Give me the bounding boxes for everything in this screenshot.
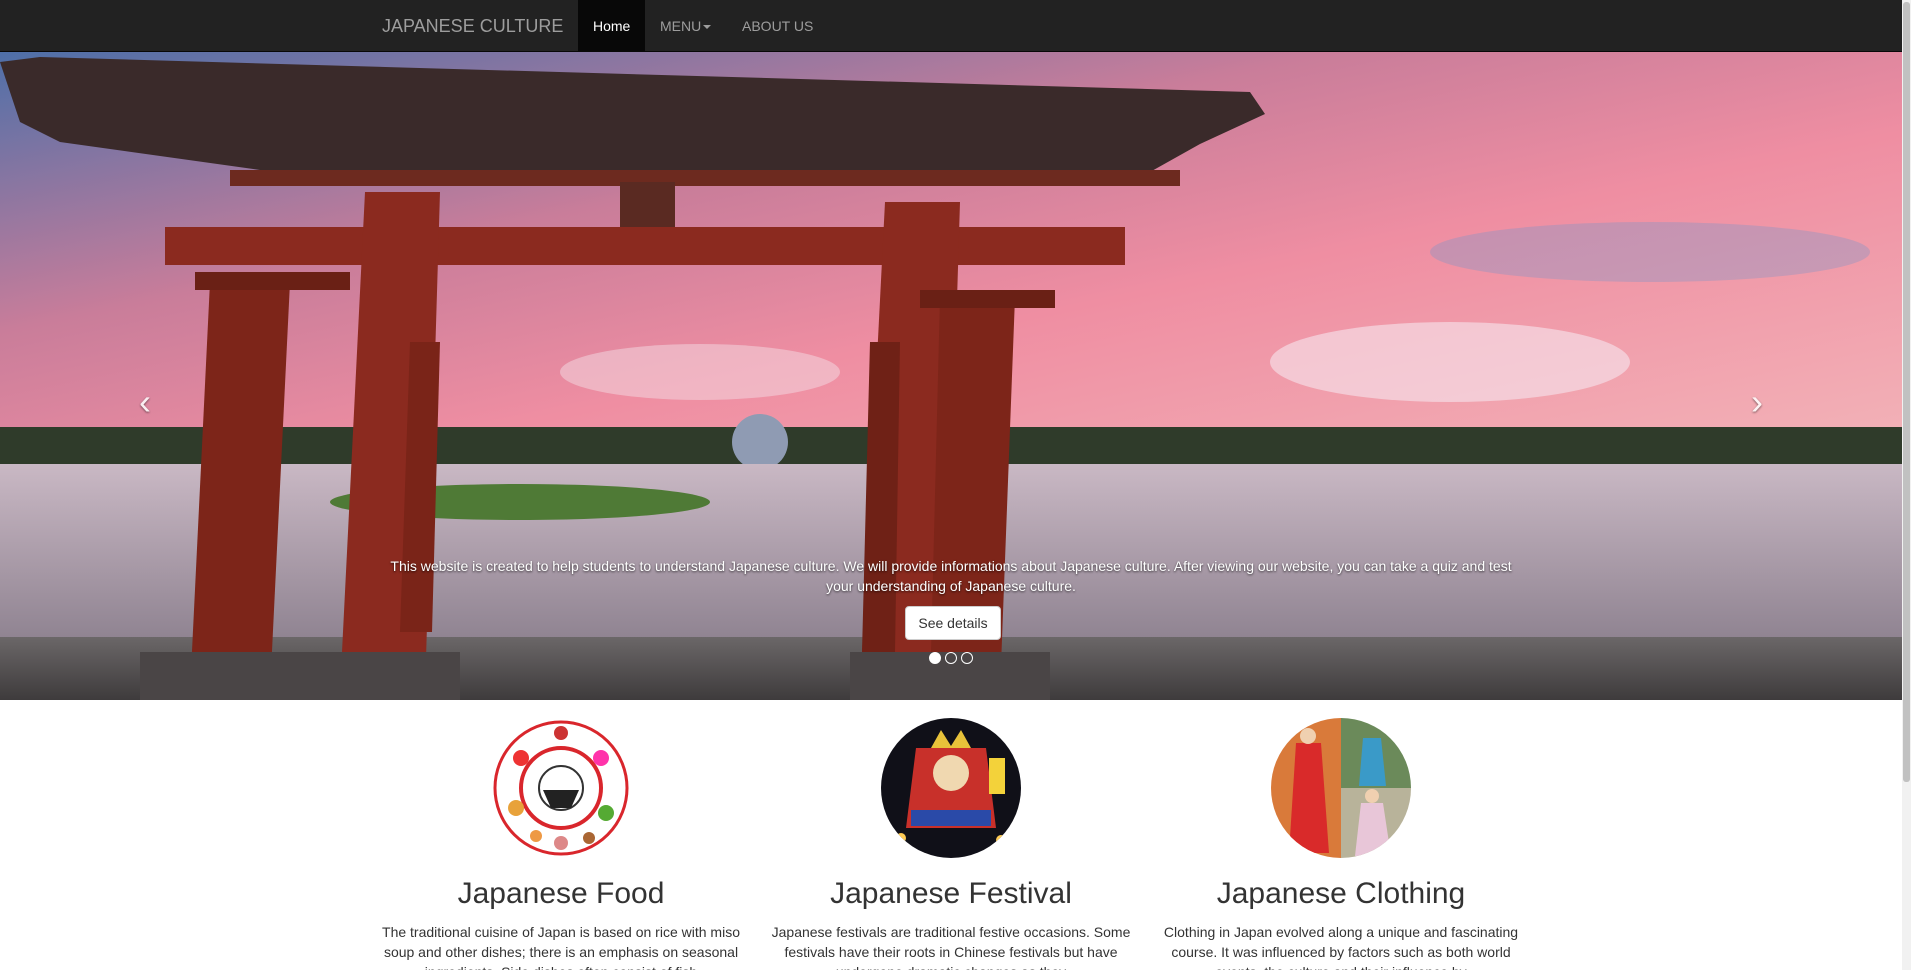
feature-festival-title: Japanese Festival xyxy=(830,877,1072,910)
festival-image xyxy=(881,718,1021,858)
carousel-indicator-1[interactable] xyxy=(929,652,941,664)
feature-clothing-title: Japanese Clothing xyxy=(1216,877,1466,910)
feature-food-text: The traditional cuisine of Japan is base… xyxy=(382,924,740,970)
carousel-indicator-3[interactable] xyxy=(961,652,973,664)
nav-menu-label: MENU xyxy=(660,18,702,34)
clothing-image xyxy=(1271,718,1411,858)
hero-carousel: ‹ › This website is created to help stud… xyxy=(0,52,1902,700)
torii-gate-photo xyxy=(0,52,1902,700)
navbar: JAPANESE CULTURE Home MENU ABOUT US xyxy=(0,0,1902,52)
feature-clothing-text: Clothing in Japan evolved along a unique… xyxy=(1163,924,1519,970)
feature-clothing: Japanese Clothing Clothing in Japan evol… xyxy=(1145,718,1537,970)
feature-festival: Japanese Festival Japanese festivals are… xyxy=(755,718,1147,970)
brand-link[interactable]: JAPANESE CULTURE xyxy=(382,0,563,52)
scrollbar-thumb[interactable] xyxy=(1903,2,1910,782)
nav-about-us[interactable]: ABOUT US xyxy=(727,0,828,52)
carousel-indicators xyxy=(929,652,977,664)
carousel-prev-icon[interactable]: ‹ xyxy=(125,382,165,422)
see-details-button[interactable]: See details xyxy=(905,606,1001,640)
page-scrollbar[interactable] xyxy=(1902,0,1911,970)
feature-food: Japanese Food The traditional cuisine of… xyxy=(365,718,757,970)
carousel-next-icon[interactable]: › xyxy=(1737,382,1777,422)
carousel-caption: This website is created to help students… xyxy=(390,558,1512,594)
nav-home[interactable]: Home xyxy=(578,0,646,52)
feature-festival-text: Japanese festivals are traditional festi… xyxy=(771,924,1131,970)
food-image xyxy=(491,718,631,858)
carousel-indicator-2[interactable] xyxy=(945,652,957,664)
caret-down-icon xyxy=(703,25,712,30)
feature-food-title: Japanese Food xyxy=(457,877,665,910)
nav-menu-dropdown[interactable]: MENU xyxy=(645,0,726,52)
